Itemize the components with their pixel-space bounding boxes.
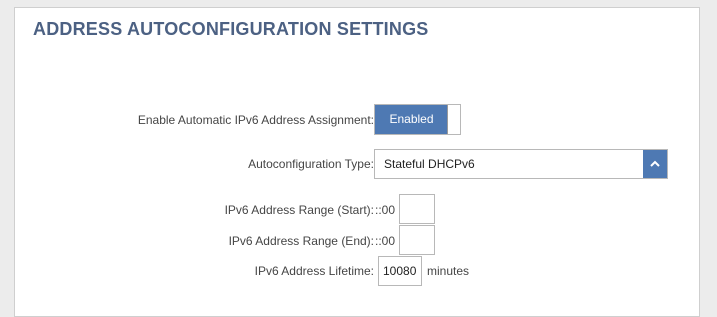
autoconfig-type-select[interactable]: Stateful DHCPv6 xyxy=(374,149,668,179)
range-start-input[interactable] xyxy=(399,194,435,224)
toggle-state-label: Enabled xyxy=(375,105,448,134)
range-start-prefix: ::00 xyxy=(375,203,396,217)
lifetime-unit: minutes xyxy=(427,264,470,278)
range-end-input[interactable] xyxy=(399,225,435,255)
range-start-label: IPv6 Address Range (Start): xyxy=(224,203,374,217)
chevron-up-icon xyxy=(650,160,660,167)
toggle-knob[interactable] xyxy=(447,105,460,134)
range-end-label: IPv6 Address Range (End): xyxy=(228,234,374,248)
lifetime-input[interactable] xyxy=(378,256,422,286)
enable-auto-assignment-toggle[interactable]: Enabled xyxy=(374,104,461,135)
enable-auto-assignment-label: Enable Automatic IPv6 Address Assignment… xyxy=(137,113,374,127)
select-toggle-button[interactable] xyxy=(643,150,667,178)
autoconfig-type-value: Stateful DHCPv6 xyxy=(384,157,475,171)
lifetime-label: IPv6 Address Lifetime: xyxy=(254,264,374,278)
range-end-prefix: ::00 xyxy=(375,234,396,248)
autoconfig-type-label: Autoconfiguration Type: xyxy=(248,157,374,171)
section-title: ADDRESS AUTOCONFIGURATION SETTINGS xyxy=(33,19,429,39)
